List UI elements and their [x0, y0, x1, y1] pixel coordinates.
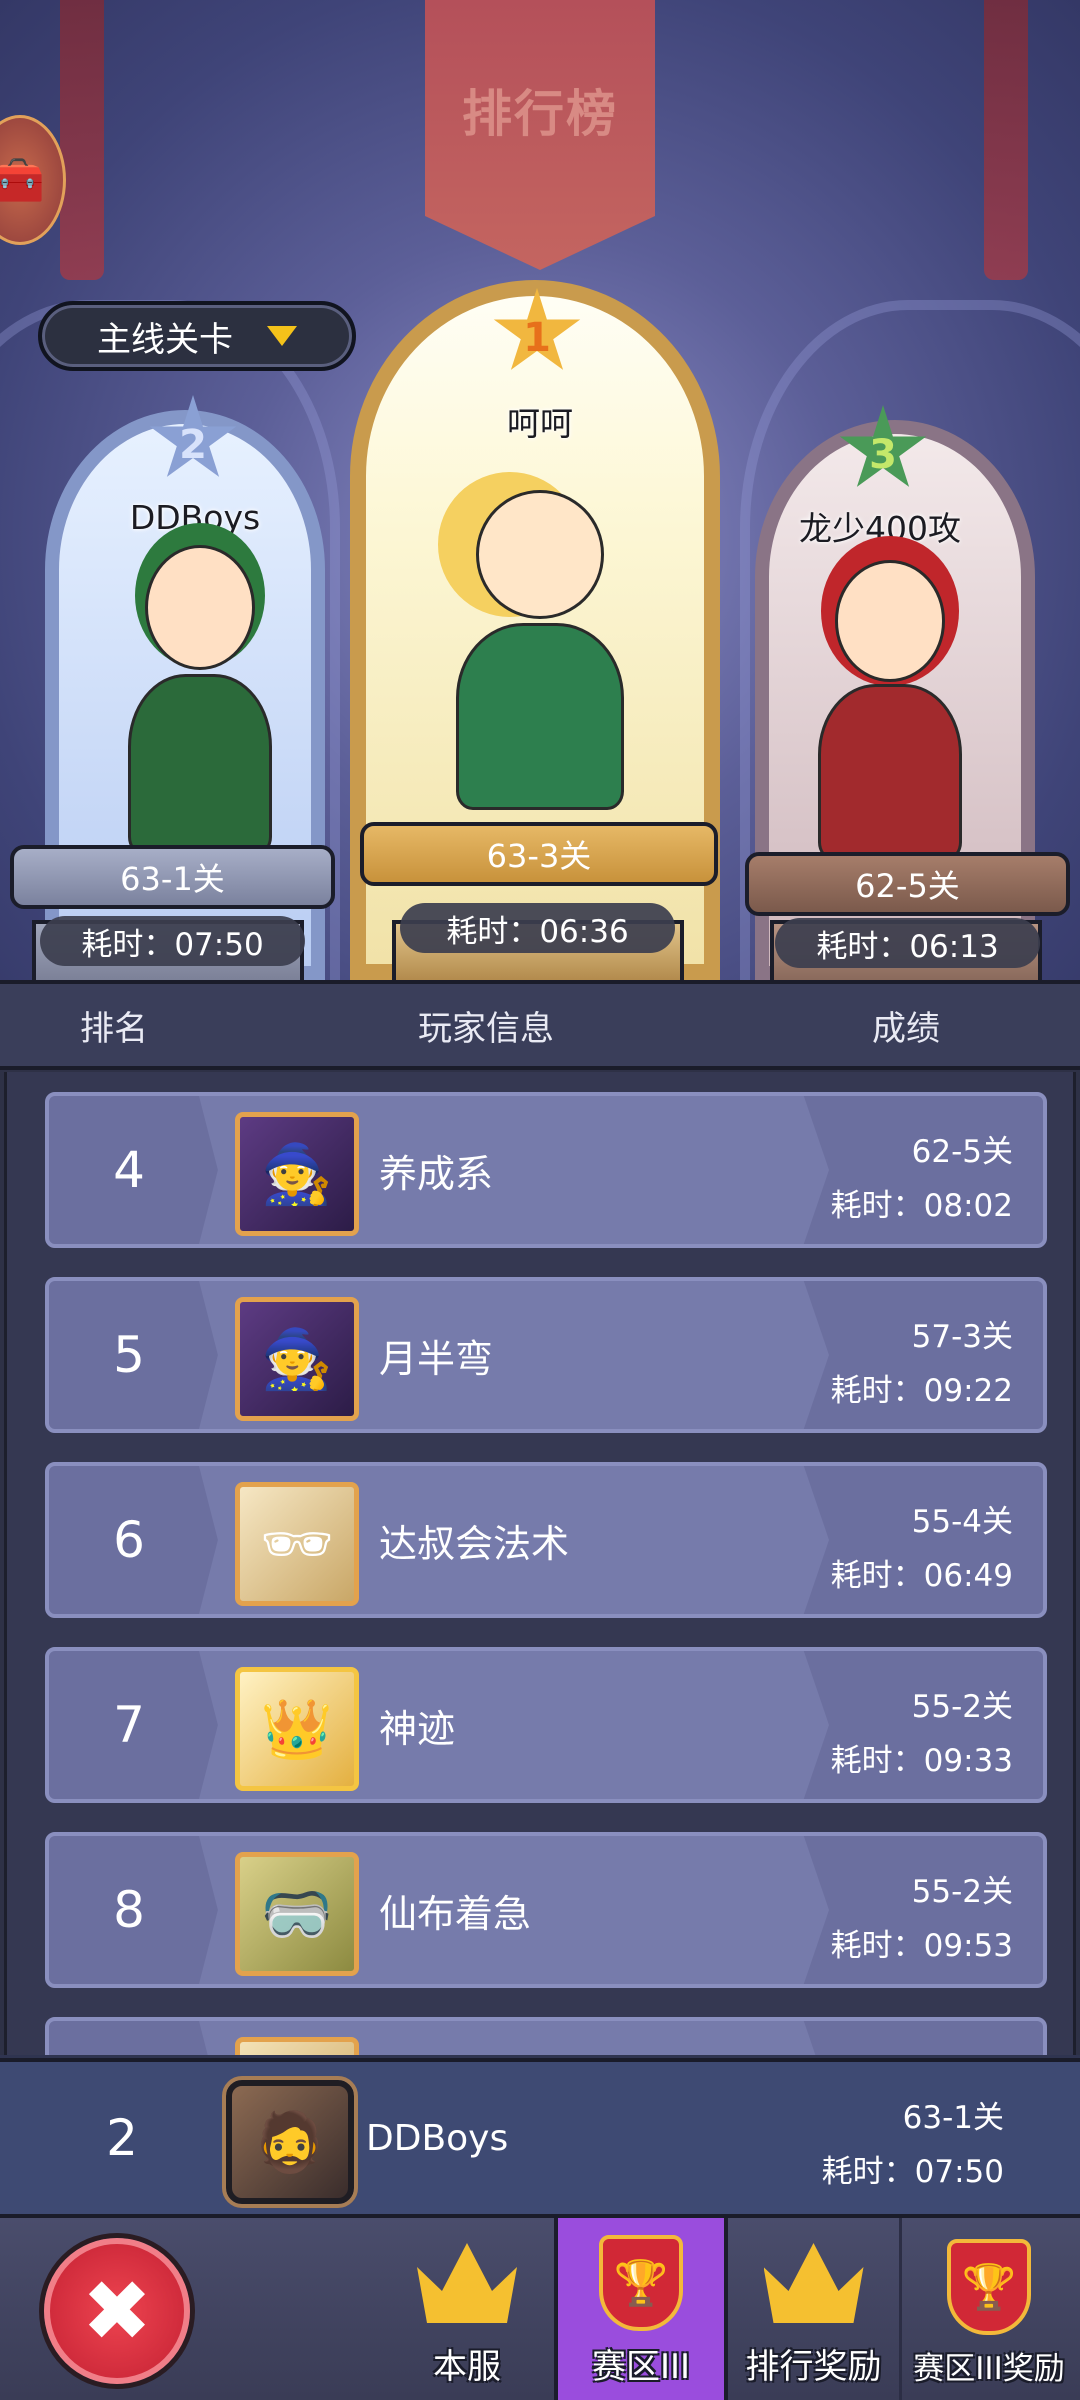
player-name: 养成系	[379, 1151, 494, 1196]
ranking-list-inner: 4 🧙 养成系 62-5关 耗时：08:02 5 🧙 月半弯 57-3关 耗时：…	[4, 1072, 1076, 2055]
row-time: 耗时：09:22	[830, 1373, 1013, 1409]
row-stage: 55-2关	[911, 1689, 1013, 1725]
column-header-player: 玩家信息	[418, 1008, 554, 1049]
row-time: 耗时：08:02	[830, 1188, 1013, 1224]
trophy-shield-icon: 🏆	[589, 2231, 693, 2335]
podium-name-1: 呵呵	[507, 404, 573, 443]
row-time: 耗时：06:49	[830, 1558, 1013, 1594]
list-item[interactable]: 7 👑 神迹 55-2关 耗时：09:33	[45, 1647, 1047, 1803]
page-title: 排行榜	[462, 85, 618, 143]
column-header-rank: 排名	[80, 1008, 148, 1049]
podium-stage-2: 63-1关	[10, 845, 335, 909]
podium-time-3: 耗时：06:13	[775, 918, 1040, 968]
warrior-avatar-icon: 🧔	[253, 2107, 327, 2176]
hero-character-1[interactable]	[400, 470, 680, 810]
hero-character-2[interactable]	[80, 525, 320, 855]
podium-stage-3: 62-5关	[745, 852, 1070, 916]
mode-select-dropdown[interactable]: 主线关卡	[38, 301, 356, 371]
player-avatar[interactable]: 🥽	[235, 1852, 359, 1976]
hero-character-3[interactable]	[770, 540, 1010, 860]
my-rank-number: 2	[106, 2109, 138, 2167]
close-icon: ✖	[81, 2262, 153, 2360]
chest-icon: 🧰	[0, 155, 45, 206]
mode-select-label: 主线关卡	[97, 319, 233, 360]
close-button[interactable]: ✖	[44, 2238, 190, 2384]
banner-right	[984, 0, 1028, 280]
my-player-name: DDBoys	[366, 2117, 509, 2159]
row-time: 耗时：09:53	[830, 1928, 1013, 1964]
player-avatar[interactable]: 🧙	[235, 1112, 359, 1236]
row-stage: 55-4关	[911, 1504, 1013, 1540]
row-rank: 5	[113, 1326, 145, 1384]
table-header: 排名 玩家信息 成绩	[0, 980, 1080, 1070]
podium-time-2: 耗时：07:50	[40, 916, 305, 966]
crown-avatar-icon: 👑	[260, 1694, 334, 1763]
banner-left	[60, 0, 104, 280]
row-rank: 4	[113, 1141, 145, 1199]
tab-label: 赛区III奖励	[913, 2351, 1065, 2387]
player-avatar[interactable]: 🧙	[235, 1297, 359, 1421]
player-name: 仙布着急	[379, 1891, 532, 1936]
list-item[interactable]	[45, 2017, 1047, 2055]
tab-label: 赛区III	[591, 2347, 691, 2387]
list-item[interactable]: 6 🕶 达叔会法术 55-4关 耗时：06:49	[45, 1462, 1047, 1618]
tab-label: 本服	[433, 2347, 501, 2387]
goggles-avatar-icon: 🥽	[260, 1879, 334, 1948]
player-avatar[interactable]	[235, 2037, 359, 2055]
tab-rank-reward[interactable]: 排行奖励	[728, 2218, 902, 2400]
crown-reward-icon	[762, 2231, 866, 2335]
chevron-down-icon	[267, 326, 297, 346]
podium-area: 排行榜 🧰 主线关卡 1 2 3 呵呵 DDBoys 龙少400攻 63-3关 …	[0, 0, 1080, 980]
my-avatar[interactable]: 🧔	[222, 2076, 358, 2208]
row-stage: 57-3关	[911, 1319, 1013, 1355]
row-rank: 6	[113, 1511, 145, 1569]
my-time: 耗时：07:50	[821, 2154, 1004, 2190]
treasure-chest-button[interactable]: 🧰	[0, 115, 66, 245]
witch-avatar-icon: 🧙	[260, 1139, 334, 1208]
masked-avatar-icon: 🕶	[260, 1509, 334, 1578]
bottom-nav: ✖ 本服 🏆 赛区III 排行奖励 🏆 赛区III奖励	[0, 2218, 1080, 2400]
player-name: 达叔会法术	[379, 1521, 570, 1566]
row-rank: 7	[113, 1696, 145, 1754]
row-rank: 8	[113, 1881, 145, 1939]
player-name: 月半弯	[379, 1336, 494, 1381]
row-time: 耗时：09:33	[830, 1743, 1013, 1779]
column-header-score: 成绩	[872, 1008, 940, 1049]
my-rank-bar: 2 🧔 DDBoys 63-1关 耗时：07:50	[0, 2058, 1080, 2218]
list-item[interactable]: 5 🧙 月半弯 57-3关 耗时：09:22	[45, 1277, 1047, 1433]
crown-icon	[415, 2231, 519, 2335]
player-name: 神迹	[379, 1706, 456, 1751]
tab-server[interactable]: 本服	[380, 2218, 554, 2400]
row-stage: 55-2关	[911, 1874, 1013, 1910]
tab-zone[interactable]: 🏆 赛区III	[554, 2218, 728, 2400]
player-avatar[interactable]: 👑	[235, 1667, 359, 1791]
tab-label: 排行奖励	[745, 2347, 882, 2387]
tab-zone-reward[interactable]: 🏆 赛区III奖励	[902, 2218, 1076, 2400]
row-stage: 62-5关	[911, 1134, 1013, 1170]
my-stage: 63-1关	[902, 2100, 1004, 2136]
title-banner: 排行榜	[425, 0, 655, 270]
trophy-chest-icon: 🏆	[937, 2235, 1041, 2339]
witch-avatar-icon: 🧙	[260, 1324, 334, 1393]
player-avatar[interactable]: 🕶	[235, 1482, 359, 1606]
podium-stage-1: 63-3关	[360, 822, 718, 886]
podium-time-1: 耗时：06:36	[400, 903, 675, 953]
ranking-list[interactable]: 4 🧙 养成系 62-5关 耗时：08:02 5 🧙 月半弯 57-3关 耗时：…	[0, 1070, 1080, 2055]
list-item[interactable]: 8 🥽 仙布着急 55-2关 耗时：09:53	[45, 1832, 1047, 1988]
list-item[interactable]: 4 🧙 养成系 62-5关 耗时：08:02	[45, 1092, 1047, 1248]
